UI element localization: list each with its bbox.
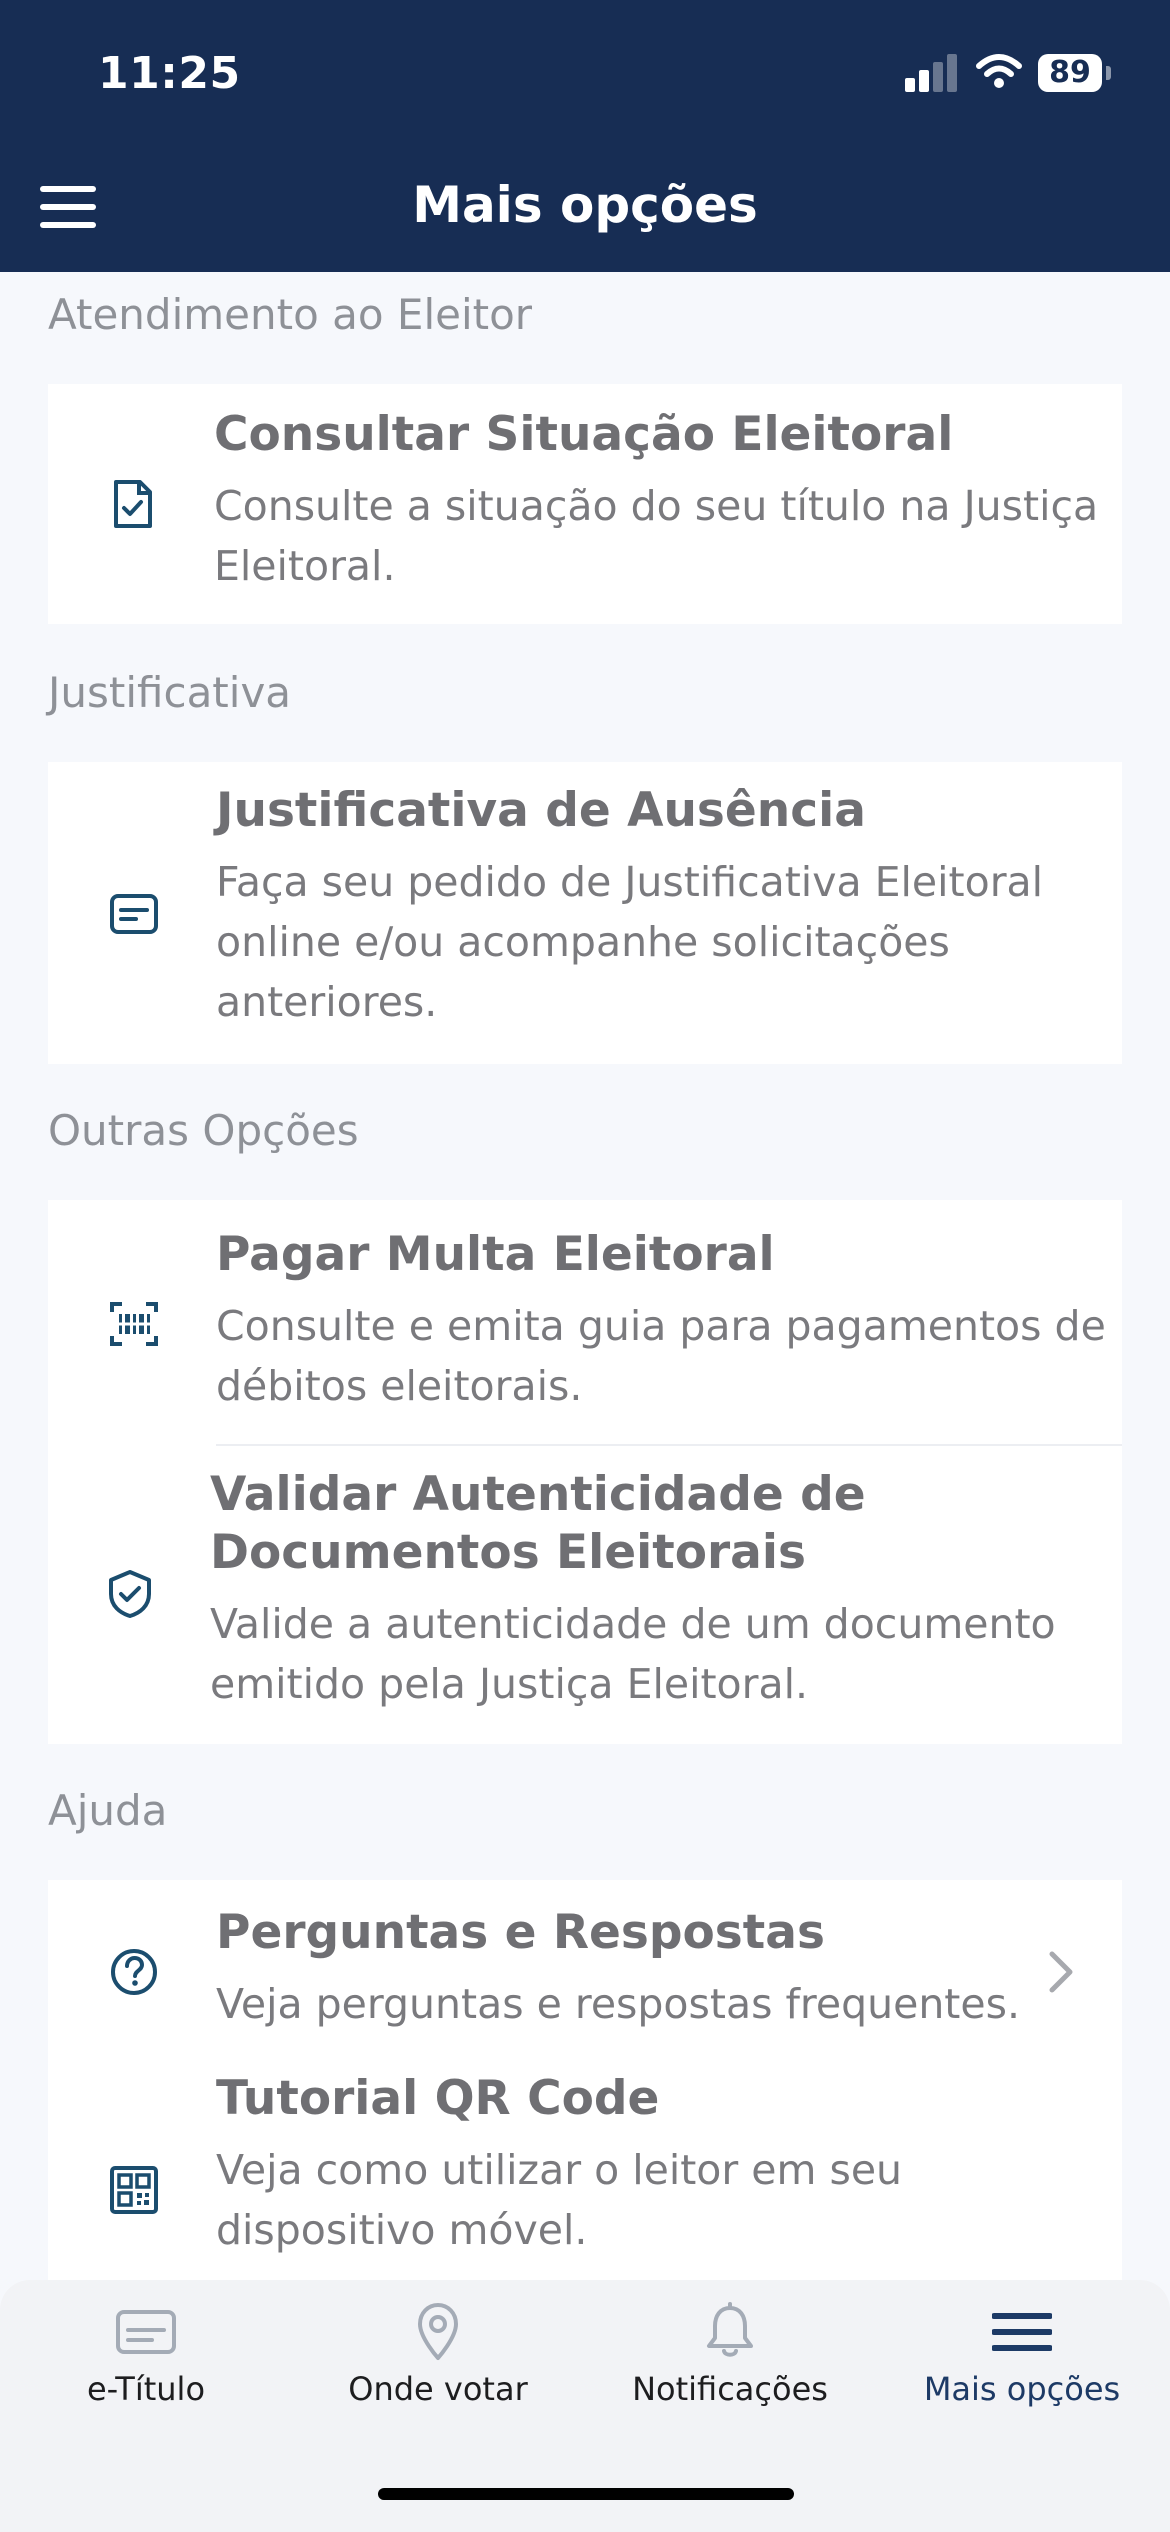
tab-label: Notificações (632, 2370, 828, 2408)
map-pin-icon (418, 2303, 458, 2360)
barcode-scan-icon (110, 1302, 158, 1346)
section-label-outras-opcoes: Outras Opções (48, 1106, 359, 1155)
shield-check-icon (109, 1570, 151, 1618)
item-description: Eleitoral. (214, 542, 396, 590)
item-description: emitido pela Justiça Eleitoral. (210, 1660, 809, 1708)
item-title: Validar Autenticidade de (210, 1467, 866, 1522)
list-item-perguntas-respostas[interactable]: Perguntas e Respostas Veja perguntas e r… (48, 1880, 1122, 2060)
item-description: dispositivo móvel. (216, 2206, 588, 2254)
qr-code-icon (110, 2166, 158, 2214)
item-description: Consulte e emita guia para pagamentos de (216, 1302, 1106, 1350)
tab-label: Onde votar (348, 2370, 528, 2408)
page-title: Mais opções (412, 176, 758, 234)
section-label-ajuda: Ajuda (48, 1786, 168, 1835)
item-description: Veja perguntas e respostas frequentes. (216, 1980, 1021, 2028)
item-description: Faça seu pedido de Justificativa Eleitor… (216, 858, 1044, 906)
item-description: débitos eleitorais. (216, 1362, 583, 1410)
list-item-pagar-multa[interactable]: Pagar Multa Eleitoral Consulte e emita g… (48, 1200, 1122, 1444)
section-label-atendimento: Atendimento ao Eleitor (48, 290, 533, 339)
item-title: Perguntas e Respostas (216, 1905, 825, 1960)
menu-icon (992, 2313, 1052, 2351)
item-title: Pagar Multa Eleitoral (216, 1227, 775, 1282)
tab-label: e-Título (86, 2370, 206, 2408)
section-label-justificativa: Justificativa (48, 668, 292, 717)
tab-mais-opcoes[interactable]: Mais opções (876, 2280, 1168, 2420)
list-item-validar-autenticidade[interactable]: Validar Autenticidade de Documentos Elei… (48, 1446, 1122, 1744)
tab-notificacoes[interactable]: Notificações (584, 2280, 876, 2420)
battery-indicator: 89 (1038, 54, 1102, 92)
item-description: Consulte a situação do seu título na Jus… (214, 482, 1099, 530)
tab-e-titulo[interactable]: e-Título (0, 2280, 292, 2420)
list-item-consultar-situacao[interactable]: Consultar Situação Eleitoral Consulte a … (48, 384, 1122, 624)
list-item-justificativa-ausencia[interactable]: Justificativa de Ausência Faça seu pedid… (48, 762, 1122, 1064)
item-description: anteriores. (216, 978, 438, 1026)
status-time: 11:25 (98, 48, 241, 99)
message-icon (110, 894, 158, 934)
card-atendimento: Consultar Situação Eleitoral Consulte a … (48, 384, 1122, 624)
wifi-icon (976, 54, 1022, 88)
bell-icon (707, 2302, 753, 2357)
list-item-tutorial-qr-code[interactable]: Tutorial QR Code Veja como utilizar o le… (48, 2060, 1122, 2300)
card-justificativa: Justificativa de Ausência Faça seu pedid… (48, 762, 1122, 1064)
item-title: Tutorial QR Code (216, 2071, 660, 2126)
home-indicator (378, 2488, 794, 2500)
card-outras-opcoes: Pagar Multa Eleitoral Consulte e emita g… (48, 1200, 1122, 1744)
item-title: Justificativa de Ausência (216, 783, 866, 838)
chevron-right-icon (1049, 1951, 1073, 1993)
item-title: Documentos Eleitorais (210, 1525, 806, 1580)
tab-onde-votar[interactable]: Onde votar (292, 2280, 584, 2420)
id-card-icon (116, 2310, 176, 2354)
app-header: 11:25 89 Mais opções (0, 0, 1170, 272)
cellular-signal-icon (905, 54, 959, 92)
item-description: Veja como utilizar o leitor em seu (216, 2146, 903, 2194)
card-ajuda: Perguntas e Respostas Veja perguntas e r… (48, 1880, 1122, 2300)
document-check-icon (114, 480, 152, 528)
item-description: online e/ou acompanhe solicitações (216, 918, 950, 966)
item-description: Valide a autenticidade de um documento (210, 1600, 1056, 1648)
tab-label: Mais opções (923, 2370, 1121, 2408)
question-circle-icon (111, 1949, 157, 1995)
battery-tip (1106, 66, 1111, 80)
item-title: Consultar Situação Eleitoral (214, 407, 954, 462)
